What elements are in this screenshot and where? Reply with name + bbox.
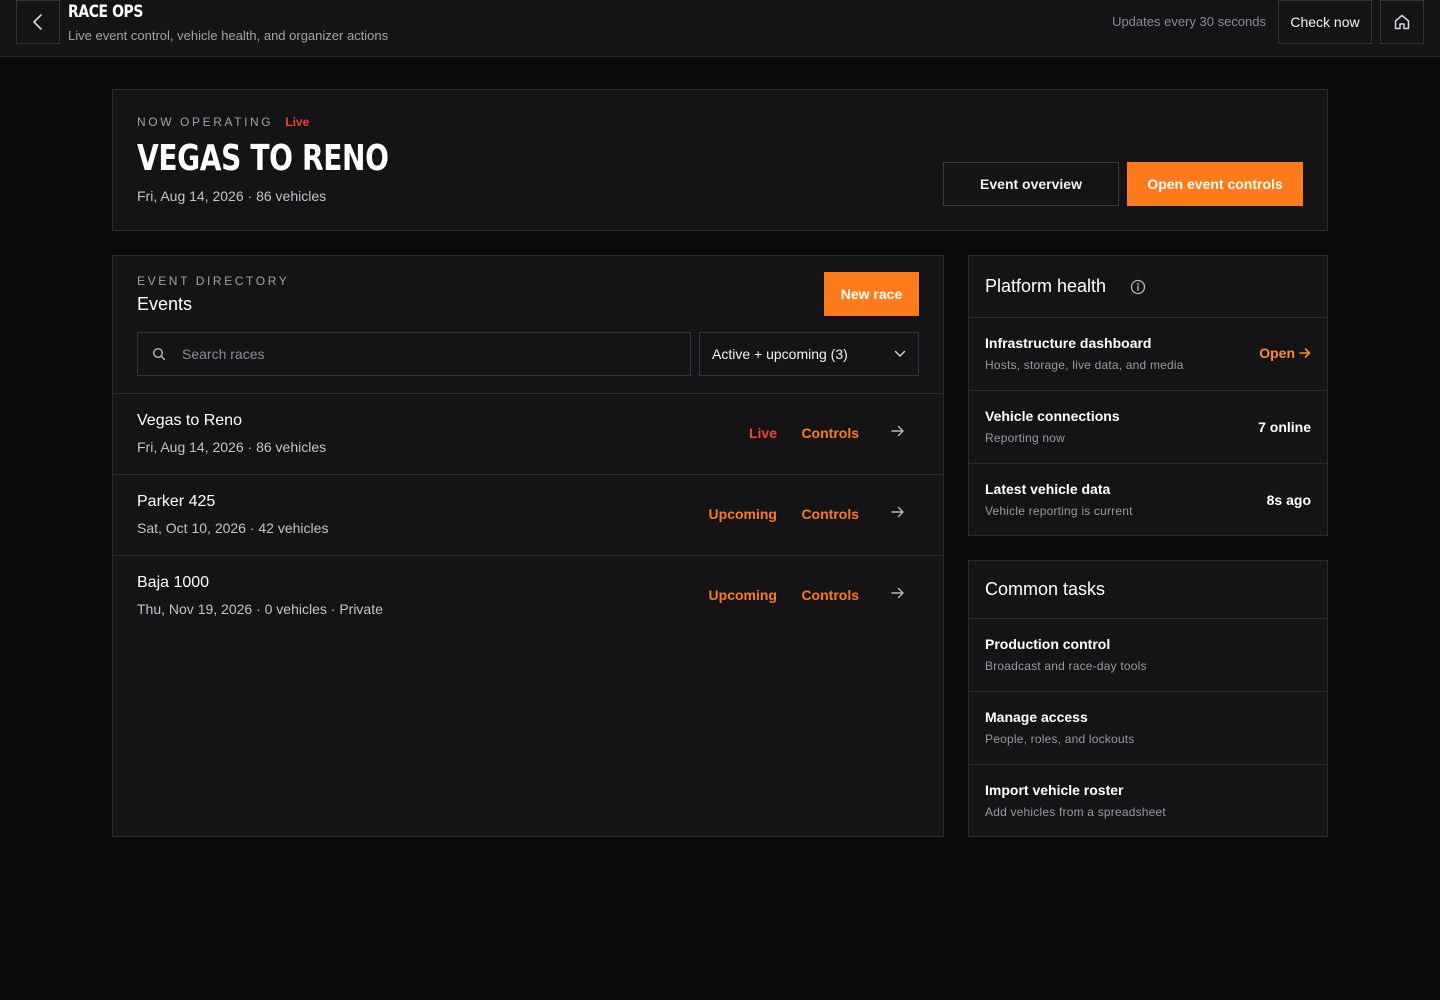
manage-access-task[interactable]: Manage access People, roles, and lockout… (969, 692, 1327, 765)
arrow-right-icon[interactable] (891, 425, 905, 437)
now-operating-eyebrow: NOW OPERATING (137, 115, 274, 129)
home-icon (1394, 14, 1410, 30)
task-title: Import vehicle roster (985, 782, 1124, 798)
production-control-task[interactable]: Production control Broadcast and race-da… (969, 619, 1327, 692)
row-title: Vehicle connections (985, 408, 1120, 424)
search-races-input[interactable] (182, 346, 662, 362)
common-tasks-header: Common tasks (969, 561, 1327, 619)
vehicle-connections-row: Vehicle connections Reporting now 7 onli… (969, 391, 1327, 464)
arrow-right-icon[interactable] (891, 587, 905, 599)
arrow-right-icon (1299, 348, 1311, 358)
common-tasks-title: Common tasks (985, 579, 1106, 599)
event-meta: Fri, Aug 14, 2026 · 86 vehicles (137, 439, 327, 455)
platform-health-card: Platform health Infrastructure dashboard… (968, 255, 1328, 536)
open-infrastructure-link[interactable]: Open (1259, 345, 1311, 361)
update-interval-text: Updates every 30 seconds (1112, 14, 1266, 29)
app-subtitle: Live event control, vehicle health, and … (68, 28, 389, 43)
row-title: Infrastructure dashboard (985, 335, 1152, 351)
search-icon (152, 347, 166, 361)
task-title: Production control (985, 636, 1111, 652)
search-box (137, 332, 691, 376)
event-overview-button[interactable]: Event overview (943, 162, 1119, 206)
platform-health-title: Platform health (985, 276, 1107, 296)
latest-vehicle-data-row: Latest vehicle data Vehicle reporting is… (969, 464, 1327, 537)
current-event-meta: Fri, Aug 14, 2026 · 86 vehicles (137, 188, 327, 204)
open-event-controls-button[interactable]: Open event controls (1127, 162, 1303, 206)
infrastructure-dashboard-row[interactable]: Infrastructure dashboard Hosts, storage,… (969, 318, 1327, 391)
check-now-button[interactable]: Check now (1278, 0, 1372, 44)
task-subtitle: People, roles, and lockouts (985, 732, 1135, 746)
app-title: RACE OPS (68, 2, 143, 22)
event-controls-link[interactable]: Controls (801, 506, 859, 522)
row-subtitle: Vehicle reporting is current (985, 504, 1133, 518)
event-status-badge: Upcoming (708, 506, 777, 522)
event-status-badge: Live (748, 425, 777, 441)
event-controls-link[interactable]: Controls (801, 587, 859, 603)
row-subtitle: Reporting now (985, 431, 1065, 445)
new-race-button[interactable]: New race (824, 272, 919, 316)
chevron-left-icon (33, 14, 42, 30)
row-title: Latest vehicle data (985, 481, 1111, 497)
back-button[interactable] (16, 0, 60, 44)
home-button[interactable] (1380, 0, 1424, 44)
import-vehicle-roster-task[interactable]: Import vehicle roster Add vehicles from … (969, 765, 1327, 838)
event-status-badge: Upcoming (708, 587, 777, 603)
event-name: Vegas to Reno (137, 412, 242, 429)
chevron-down-icon (894, 350, 906, 357)
event-directory-eyebrow: EVENT DIRECTORY (137, 274, 290, 288)
now-operating-card: NOW OPERATING Live VEGAS TO RENO Fri, Au… (112, 89, 1328, 231)
now-operating-eyebrow-row: NOW OPERATING Live (137, 115, 309, 129)
event-meta: Sat, Oct 10, 2026 · 42 vehicles (137, 520, 329, 536)
vehicles-online-count: 7 online (1258, 419, 1311, 435)
arrow-right-icon[interactable] (891, 506, 905, 518)
event-name: Baja 1000 (137, 574, 210, 591)
events-title: Events (137, 294, 193, 314)
event-name: Parker 425 (137, 493, 216, 510)
current-event-title: VEGAS TO RENO (137, 138, 389, 179)
latest-data-age: 8s ago (1266, 492, 1311, 508)
platform-health-header: Platform health (969, 256, 1327, 318)
event-row-parker-425[interactable]: Parker 425 Sat, Oct 10, 2026 · 42 vehicl… (113, 474, 943, 555)
task-subtitle: Add vehicles from a spreadsheet (985, 805, 1166, 819)
event-filter-select[interactable]: Active + upcoming (3) (699, 332, 919, 376)
task-title: Manage access (985, 709, 1088, 725)
event-list: Vegas to Reno Fri, Aug 14, 2026 · 86 veh… (113, 393, 943, 636)
task-subtitle: Broadcast and race-day tools (985, 659, 1147, 673)
common-tasks-card: Common tasks Production control Broadcas… (968, 560, 1328, 837)
live-status-badge: Live (285, 115, 310, 129)
event-controls-link[interactable]: Controls (801, 425, 859, 441)
event-directory-card: EVENT DIRECTORY Events New race Active +… (112, 255, 944, 837)
event-row-vegas-to-reno[interactable]: Vegas to Reno Fri, Aug 14, 2026 · 86 veh… (113, 393, 943, 474)
top-bar: RACE OPS Live event control, vehicle hea… (0, 0, 1440, 57)
open-link-label: Open (1259, 345, 1295, 361)
event-filter-value: Active + upcoming (3) (712, 346, 848, 362)
event-meta: Thu, Nov 19, 2026 · 0 vehicles · Private (137, 601, 383, 617)
row-subtitle: Hosts, storage, live data, and media (985, 358, 1184, 372)
info-icon[interactable] (1130, 279, 1146, 295)
event-row-baja-1000[interactable]: Baja 1000 Thu, Nov 19, 2026 · 0 vehicles… (113, 555, 943, 636)
